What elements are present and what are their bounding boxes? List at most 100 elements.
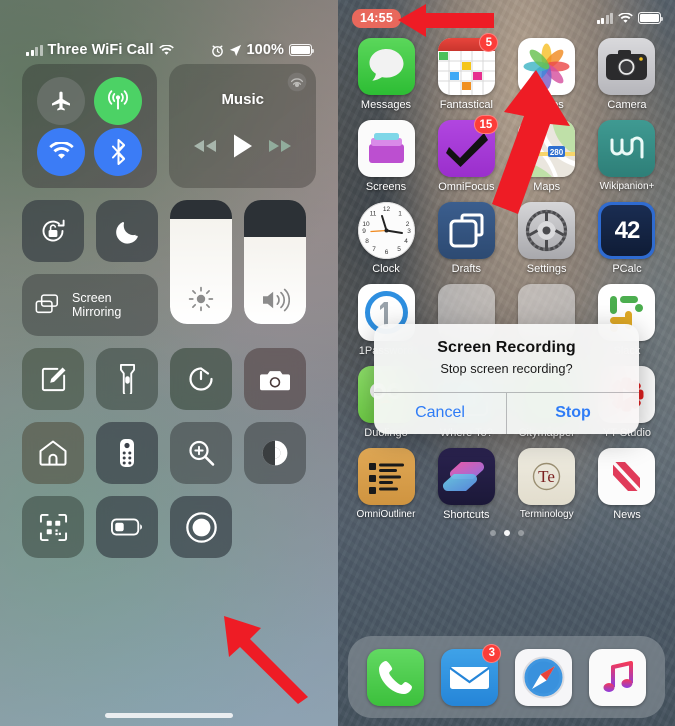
rotation-lock-toggle[interactable] [22, 200, 84, 262]
dock-app-safari[interactable] [513, 648, 575, 706]
home-shortcut[interactable] [22, 422, 84, 484]
svg-text:10: 10 [362, 221, 370, 228]
page-dots[interactable] [338, 530, 675, 536]
brightness-slider[interactable] [170, 200, 232, 324]
rewind-button[interactable] [192, 138, 218, 154]
screenshot-root: Three WiFi Call 100% Music Screen Mirror… [0, 0, 675, 726]
app-row: OmniOutliner Shortcuts Te Terminology Ne… [350, 448, 663, 521]
app-messages[interactable]: Messages [350, 38, 422, 111]
recording-time-pill[interactable]: 14:55 [352, 8, 401, 28]
phone-icon [366, 648, 424, 706]
app-news[interactable]: News [591, 448, 663, 521]
svg-text:8: 8 [365, 238, 369, 245]
battery-icon [111, 518, 142, 536]
do-not-disturb-toggle[interactable] [96, 200, 158, 262]
pcalc-icon: 42 [598, 202, 656, 259]
app-clock[interactable]: 12 1 2 3 45 6 78 9 10 11 Clock [350, 202, 422, 275]
alert-title: Screen Recording [437, 339, 576, 356]
qr-code-scanner-shortcut[interactable] [22, 496, 84, 558]
cancel-button[interactable]: Cancel [374, 393, 506, 434]
fast-forward-button[interactable] [267, 138, 293, 154]
page-dot[interactable] [489, 530, 496, 536]
svg-text:Te: Te [538, 467, 555, 486]
low-power-mode-shortcut[interactable] [96, 496, 158, 558]
accessibility-shortcut[interactable] [244, 422, 306, 484]
app-label: Screens [365, 181, 407, 193]
airplay-icon[interactable] [287, 72, 307, 97]
app-shortcuts[interactable]: Shortcuts [430, 448, 502, 521]
screen-recording-shortcut[interactable] [170, 496, 232, 558]
svg-text:2: 2 [405, 221, 409, 228]
airplane-icon [52, 91, 71, 110]
svg-text:1: 1 [398, 211, 402, 218]
cellular-bars-icon [26, 44, 43, 56]
svg-text:4: 4 [404, 238, 408, 245]
connectivity-module [22, 64, 158, 188]
page-dot-active[interactable] [503, 530, 510, 536]
app-label: News [613, 509, 641, 521]
arrow-pointing-to-screen-recording-button [224, 616, 308, 704]
svg-text:5: 5 [397, 246, 401, 253]
home-screen-pane: 14:55 Messages 5 Fantastical Camera Scre… [338, 0, 675, 726]
dock-app-music[interactable] [587, 648, 649, 706]
screen-mirroring-button[interactable]: Screen Mirroring [22, 274, 158, 336]
music-module[interactable]: Music [169, 64, 316, 188]
timer-shortcut[interactable] [170, 348, 232, 410]
app-label: Messages [360, 99, 412, 111]
screens-icon [357, 120, 415, 177]
apple-tv-remote-shortcut[interactable] [96, 422, 158, 484]
svg-text:11: 11 [369, 211, 376, 218]
camera-shortcut[interactable] [244, 348, 306, 410]
dock-app-phone[interactable] [364, 648, 426, 706]
alert-message: Stop screen recording? [440, 361, 573, 376]
app-label: OmniOutliner [356, 509, 416, 520]
alert-body: Screen Recording Stop screen recording? [374, 324, 639, 392]
qr-code-icon [39, 513, 67, 541]
cellular-data-toggle[interactable] [94, 76, 143, 125]
carrier-label: Three WiFi Call [47, 42, 154, 58]
screen-recording-alert: Screen Recording Stop screen recording? … [374, 324, 639, 434]
app-label: Drafts [451, 263, 481, 275]
contrast-icon [262, 440, 288, 466]
volume-slider[interactable] [244, 200, 306, 324]
magnifier-shortcut[interactable] [170, 422, 232, 484]
wikipanion-icon [598, 120, 656, 177]
battery-icon [638, 12, 664, 24]
stop-button[interactable]: Stop [506, 393, 639, 434]
wifi-toggle[interactable] [37, 127, 86, 176]
page-dot[interactable] [517, 530, 524, 536]
flashlight-shortcut[interactable] [96, 348, 158, 410]
battery-percent-label: 100% [246, 42, 284, 58]
magnifier-icon [189, 440, 215, 466]
app-wikipanion[interactable]: Wikipanion+ [591, 120, 663, 193]
app-camera[interactable]: Camera [591, 38, 663, 111]
volume-icon [263, 288, 290, 312]
bluetooth-toggle[interactable] [94, 127, 143, 176]
remote-icon [120, 439, 134, 467]
arrow-pointing-to-stop-button [492, 70, 570, 214]
svg-text:7: 7 [372, 246, 376, 253]
screen-mirroring-label-line2: Mirroring [72, 305, 122, 319]
app-label: Terminology [519, 509, 574, 520]
news-icon [598, 448, 656, 505]
safari-icon [515, 648, 573, 706]
app-omnioutliner[interactable]: OmniOutliner [350, 448, 422, 521]
app-screens[interactable]: Screens [350, 120, 422, 193]
control-center-row-4 [22, 422, 316, 484]
airplane-mode-toggle[interactable] [37, 76, 86, 125]
terminology-icon: Te [518, 448, 576, 505]
notes-shortcut[interactable] [22, 348, 84, 410]
dock-app-mail[interactable]: 3 [438, 643, 502, 706]
wifi-icon [158, 44, 174, 55]
cellular-bars-icon [596, 12, 613, 24]
app-terminology[interactable]: Te Terminology [511, 448, 583, 521]
record-icon [185, 511, 217, 543]
flashlight-icon [119, 364, 135, 394]
app-pcalc[interactable]: 42 PCalc [591, 202, 663, 275]
app-label: Shortcuts [443, 509, 490, 521]
notes-icon [41, 367, 65, 391]
home-indicator[interactable] [105, 713, 233, 718]
wifi-icon [618, 12, 633, 23]
arrow-pointing-to-recording-time [398, 4, 494, 37]
play-button[interactable] [232, 133, 254, 159]
